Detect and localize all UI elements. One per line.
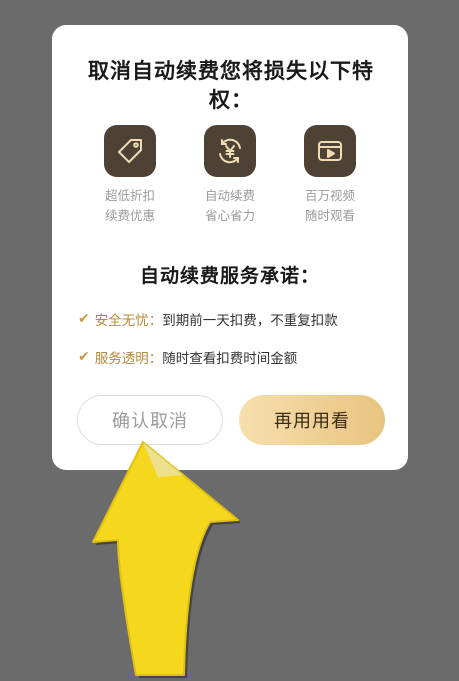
price-tag-icon (104, 125, 156, 177)
cancel-auto-renew-dialog: 取消自动续费您将损失以下特权： 超低折扣 续费优惠 自动续费 省心省力 百万视频… (52, 25, 408, 470)
promise-key: 安全无忧： (94, 313, 163, 329)
perk-label: 百万视频 随时观看 (304, 188, 355, 223)
yuan-refresh-icon (204, 125, 256, 177)
promise-title: 自动续费服务承诺： (139, 265, 320, 287)
promise-text: 到期前一天扣费，不重复扣款 (162, 313, 338, 329)
promise-key: 服务透明： (94, 351, 163, 367)
perk-label: 自动续费 省心省力 (204, 188, 255, 223)
keep-using-button[interactable]: 再用用看 (239, 395, 385, 445)
promise-item: ✔ 安全无忧： 到期前一天扣费，不重复扣款 (78, 309, 338, 329)
check-icon: ✔ (78, 349, 90, 365)
promise-text: 随时查看扣费时间金额 (162, 351, 298, 367)
check-icon: ✔ (78, 311, 90, 327)
perks-list: 超低折扣 续费优惠 自动续费 省心省力 百万视频 随时观看 (52, 125, 408, 235)
dialog-title: 取消自动续费您将损失以下特权： (88, 59, 374, 112)
perk-discount: 超低折扣 续费优惠 (80, 125, 180, 226)
perk-auto-renew: 自动续费 省心省力 (180, 125, 280, 226)
promise-item: ✔ 服务透明： 随时查看扣费时间金额 (78, 347, 297, 367)
pointer-arrow-icon (92, 441, 241, 678)
perk-videos: 百万视频 随时观看 (280, 125, 380, 226)
video-play-icon (304, 125, 356, 177)
perk-label: 超低折扣 续费优惠 (104, 188, 155, 223)
